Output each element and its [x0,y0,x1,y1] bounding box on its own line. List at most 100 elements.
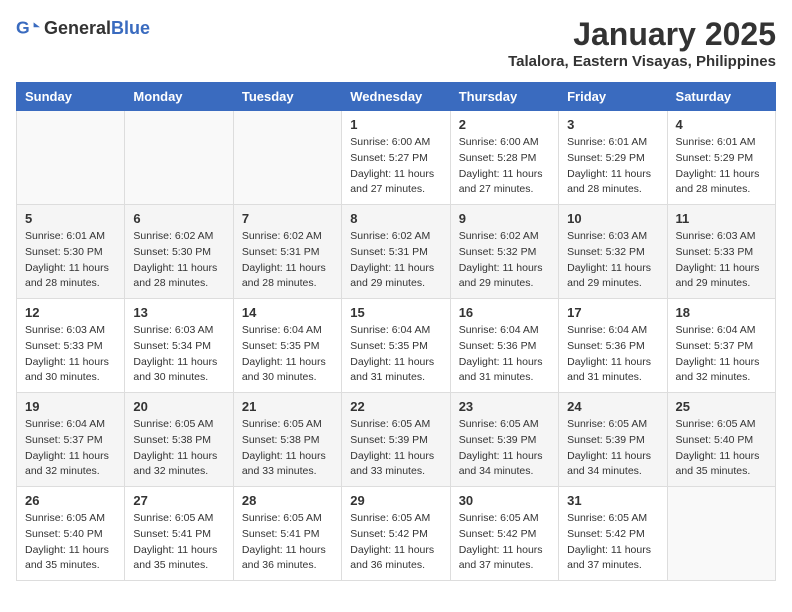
day-info: Sunrise: 6:02 AM Sunset: 5:31 PM Dayligh… [350,229,441,292]
day-number: 10 [567,211,658,226]
logo-text-general: General [44,18,111,38]
day-info: Sunrise: 6:05 AM Sunset: 5:42 PM Dayligh… [459,511,550,574]
col-wednesday: Wednesday [342,83,450,111]
day-number: 29 [350,493,441,508]
table-row: 18Sunrise: 6:04 AM Sunset: 5:37 PM Dayli… [667,299,775,393]
col-thursday: Thursday [450,83,558,111]
table-row: 2 Sunrise: 6:00 AM Sunset: 5:28 PM Daylig… [450,111,558,205]
day-number: 11 [676,211,767,226]
calendar-week-row: 12 Sunrise: 6:03 AM Sunset: 5:33 PM Dayli… [17,299,776,393]
day-number: 16 [459,305,550,320]
table-row: 15Sunrise: 6:04 AM Sunset: 5:35 PM Dayli… [342,299,450,393]
col-tuesday: Tuesday [233,83,341,111]
day-number: 30 [459,493,550,508]
col-saturday: Saturday [667,83,775,111]
table-row: 24 Sunrise: 6:05 AM Sunset: 5:39 PM Dayli… [559,393,667,487]
day-info: Sunrise: 6:03 AM Sunset: 5:34 PM Dayligh… [133,323,224,386]
table-row: 23 Sunrise: 6:05 AM Sunset: 5:39 PM Dayli… [450,393,558,487]
logo: G GeneralBlue [16,16,150,40]
logo-text-blue: Blue [111,18,150,38]
table-row: 28 Sunrise: 6:05 AM Sunset: 5:41 PM Dayli… [233,487,341,581]
day-info: Sunrise: 6:05 AM Sunset: 5:41 PM Dayligh… [242,511,333,574]
day-number: 5 [25,211,116,226]
day-info: Sunrise: 6:05 AM Sunset: 5:42 PM Dayligh… [350,511,441,574]
day-info: Sunrise: 6:00 AM Sunset: 5:28 PM Dayligh… [459,135,550,198]
day-info: Sunrise: 6:04 AM Sunset: 5:37 PM Dayligh… [25,417,116,480]
calendar-header-row: Sunday Monday Tuesday Wednesday Thursday… [17,83,776,111]
day-number: 4 [676,117,767,132]
table-row: 19 Sunrise: 6:04 AM Sunset: 5:37 PM Dayli… [17,393,125,487]
day-info: Sunrise: 6:00 AM Sunset: 5:27 PM Dayligh… [350,135,441,198]
table-row: 4 Sunrise: 6:01 AM Sunset: 5:29 PM Daylig… [667,111,775,205]
table-row: 8 Sunrise: 6:02 AM Sunset: 5:31 PM Daylig… [342,205,450,299]
day-number: 24 [567,399,658,414]
calendar-week-row: 19 Sunrise: 6:04 AM Sunset: 5:37 PM Dayli… [17,393,776,487]
day-info: Sunrise: 6:03 AM Sunset: 5:33 PM Dayligh… [676,229,767,292]
day-info: Sunrise: 6:04 AM Sunset: 5:37 PM Dayligh… [676,323,767,386]
day-number: 2 [459,117,550,132]
day-info: Sunrise: 6:04 AM Sunset: 5:36 PM Dayligh… [567,323,658,386]
col-sunday: Sunday [17,83,125,111]
day-info: Sunrise: 6:05 AM Sunset: 5:39 PM Dayligh… [459,417,550,480]
day-info: Sunrise: 6:02 AM Sunset: 5:30 PM Dayligh… [133,229,224,292]
day-number: 7 [242,211,333,226]
table-row: 31 Sunrise: 6:05 AM Sunset: 5:42 PM Dayli… [559,487,667,581]
table-row: 20Sunrise: 6:05 AM Sunset: 5:38 PM Dayli… [125,393,233,487]
table-row: 26 Sunrise: 6:05 AM Sunset: 5:40 PM Dayli… [17,487,125,581]
day-number: 1 [350,117,441,132]
day-number: 27 [133,493,224,508]
calendar-week-row: 1 Sunrise: 6:00 AM Sunset: 5:27 PM Daylig… [17,111,776,205]
day-number: 8 [350,211,441,226]
day-info: Sunrise: 6:05 AM Sunset: 5:39 PM Dayligh… [567,417,658,480]
col-monday: Monday [125,83,233,111]
day-number: 12 [25,305,116,320]
table-row [233,111,341,205]
header: G GeneralBlue January 2025 Talalora, Eas… [16,16,776,70]
day-number: 25 [676,399,767,414]
svg-text:G: G [16,18,30,38]
table-row: 9Sunrise: 6:02 AM Sunset: 5:32 PM Daylig… [450,205,558,299]
day-info: Sunrise: 6:04 AM Sunset: 5:35 PM Dayligh… [350,323,441,386]
table-row: 16Sunrise: 6:04 AM Sunset: 5:36 PM Dayli… [450,299,558,393]
title-area: January 2025 Talalora, Eastern Visayas, … [508,16,776,70]
day-info: Sunrise: 6:01 AM Sunset: 5:30 PM Dayligh… [25,229,116,292]
day-number: 31 [567,493,658,508]
calendar-week-row: 5 Sunrise: 6:01 AM Sunset: 5:30 PM Daylig… [17,205,776,299]
day-number: 14 [242,305,333,320]
table-row: 13 Sunrise: 6:03 AM Sunset: 5:34 PM Dayli… [125,299,233,393]
day-number: 26 [25,493,116,508]
table-row: 22 Sunrise: 6:05 AM Sunset: 5:39 PM Dayli… [342,393,450,487]
day-number: 13 [133,305,224,320]
table-row [125,111,233,205]
day-number: 6 [133,211,224,226]
day-info: Sunrise: 6:05 AM Sunset: 5:40 PM Dayligh… [25,511,116,574]
day-info: Sunrise: 6:05 AM Sunset: 5:41 PM Dayligh… [133,511,224,574]
calendar: Sunday Monday Tuesday Wednesday Thursday… [16,82,776,581]
day-info: Sunrise: 6:05 AM Sunset: 5:39 PM Dayligh… [350,417,441,480]
day-number: 23 [459,399,550,414]
subtitle: Talalora, Eastern Visayas, Philippines [508,53,776,70]
logo-icon: G [16,16,40,40]
table-row: 12 Sunrise: 6:03 AM Sunset: 5:33 PM Dayli… [17,299,125,393]
day-info: Sunrise: 6:05 AM Sunset: 5:38 PM Dayligh… [242,417,333,480]
day-number: 9 [459,211,550,226]
table-row: 1 Sunrise: 6:00 AM Sunset: 5:27 PM Daylig… [342,111,450,205]
table-row: 6 Sunrise: 6:02 AM Sunset: 5:30 PM Daylig… [125,205,233,299]
day-info: Sunrise: 6:05 AM Sunset: 5:38 PM Dayligh… [133,417,224,480]
day-number: 22 [350,399,441,414]
calendar-week-row: 26 Sunrise: 6:05 AM Sunset: 5:40 PM Dayli… [17,487,776,581]
day-info: Sunrise: 6:03 AM Sunset: 5:33 PM Dayligh… [25,323,116,386]
table-row: 3Sunrise: 6:01 AM Sunset: 5:29 PM Daylig… [559,111,667,205]
day-info: Sunrise: 6:01 AM Sunset: 5:29 PM Dayligh… [676,135,767,198]
table-row: 25Sunrise: 6:05 AM Sunset: 5:40 PM Dayli… [667,393,775,487]
table-row: 17Sunrise: 6:04 AM Sunset: 5:36 PM Dayli… [559,299,667,393]
day-number: 3 [567,117,658,132]
day-number: 21 [242,399,333,414]
day-info: Sunrise: 6:05 AM Sunset: 5:42 PM Dayligh… [567,511,658,574]
table-row: 7Sunrise: 6:02 AM Sunset: 5:31 PM Daylig… [233,205,341,299]
day-number: 19 [25,399,116,414]
col-friday: Friday [559,83,667,111]
table-row: 21 Sunrise: 6:05 AM Sunset: 5:38 PM Dayli… [233,393,341,487]
table-row [667,487,775,581]
day-number: 28 [242,493,333,508]
